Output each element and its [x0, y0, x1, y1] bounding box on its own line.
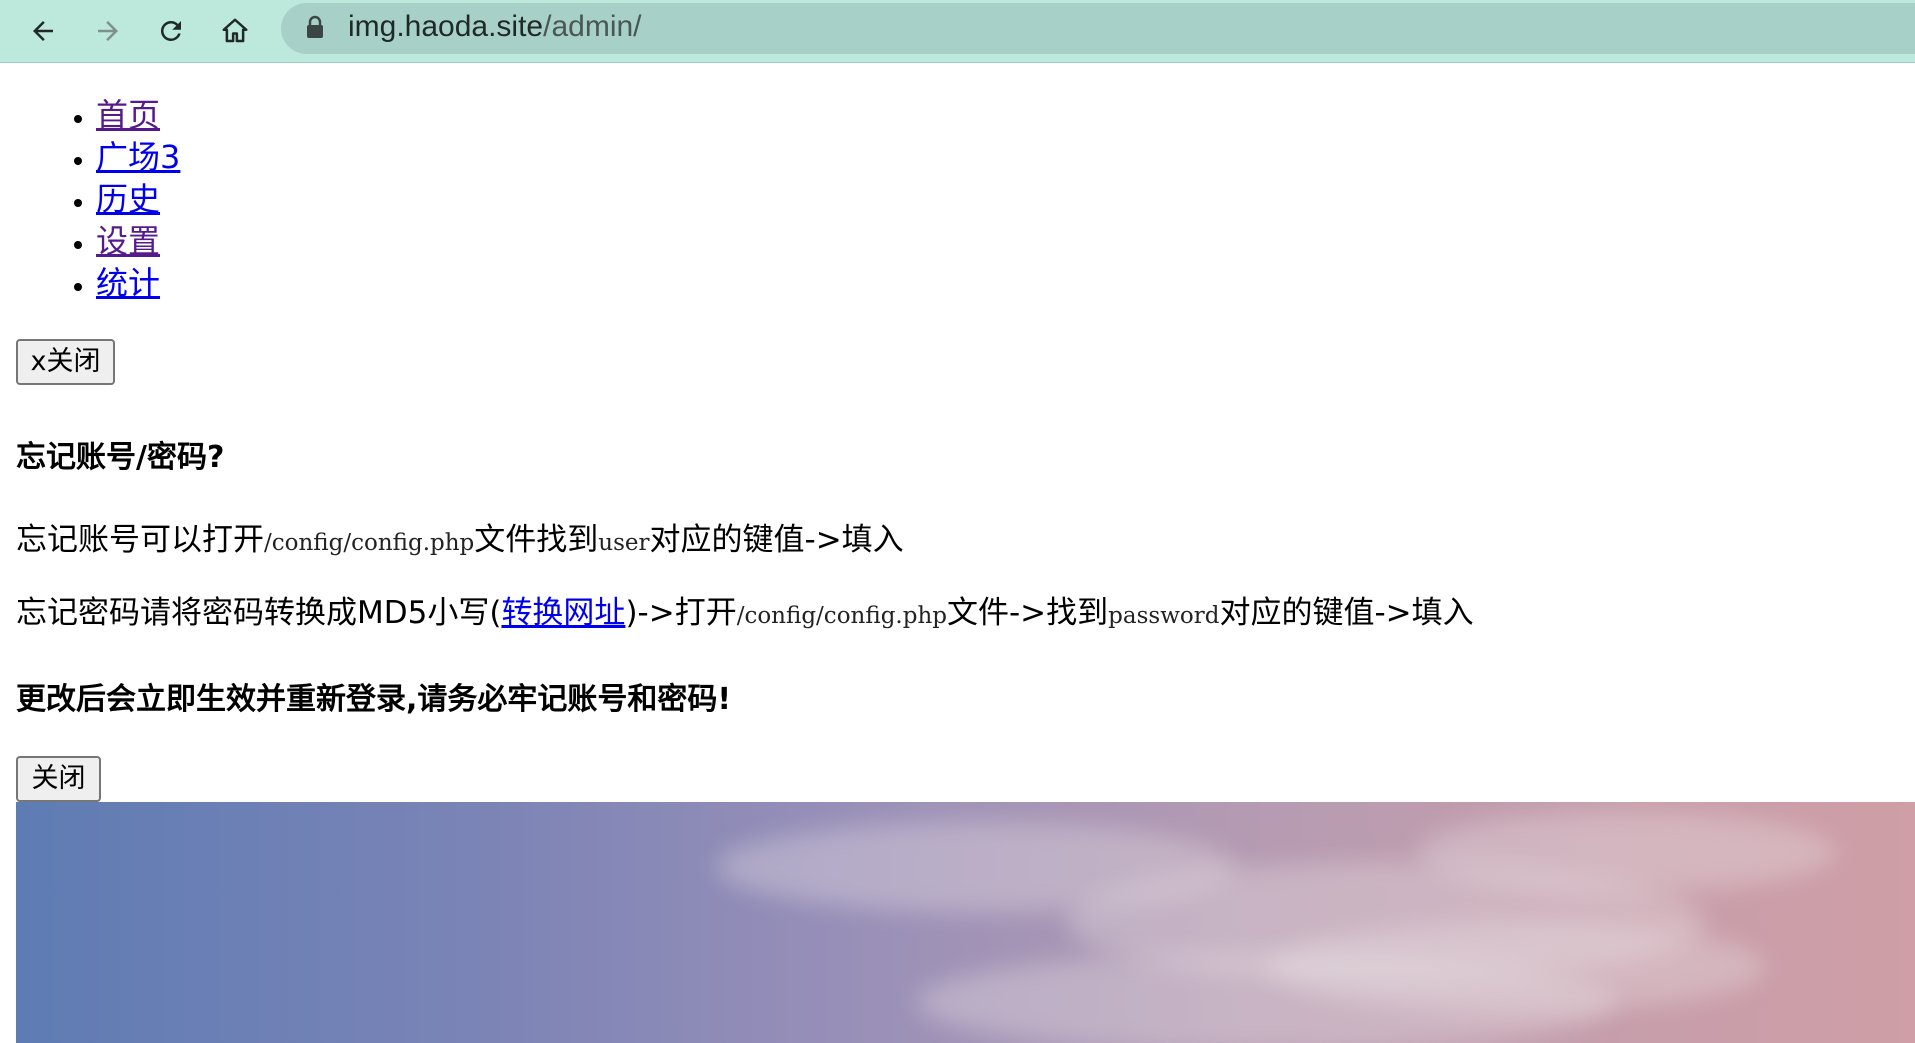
warning-heading: 更改后会立即生效并重新登录,请务必牢记账号和密码!: [16, 682, 732, 717]
nav-item-history: 历史: [96, 178, 180, 220]
url-path: /admin/: [543, 10, 642, 43]
nav-link-stats[interactable]: 统计: [96, 264, 160, 302]
forgot-credentials-heading: 忘记账号/密码?: [16, 440, 225, 475]
p2-text-a: 忘记密码请将密码转换成MD5小写(: [16, 595, 502, 631]
close-x-button[interactable]: x关闭: [16, 339, 115, 385]
p1-text-a: 忘记账号可以打开: [16, 522, 264, 558]
nav-link-home[interactable]: 首页: [96, 96, 160, 134]
p1-text-c: 对应的键值->填入: [649, 522, 904, 558]
nav-item-home: 首页: [96, 94, 180, 136]
home-icon: [222, 18, 248, 43]
url-host: img.haoda.site: [348, 10, 544, 43]
p2-text-b: )->打开: [625, 595, 737, 631]
nav-link-history[interactable]: 历史: [96, 180, 160, 218]
forgot-account-paragraph: 忘记账号可以打开/config/config.php文件找到user对应的键值-…: [16, 514, 904, 559]
nav-link-square[interactable]: 广场3: [96, 138, 180, 176]
page-content: 首页 广场3 历史 设置 统计 x关闭 忘记账号/密码? 忘记账号可以打开/co…: [0, 62, 1915, 1043]
reload-button[interactable]: [149, 9, 193, 53]
nav-item-stats: 统计: [96, 262, 180, 304]
p2-password-key: password: [1108, 603, 1220, 629]
forgot-password-paragraph: 忘记密码请将密码转换成MD5小写(转换网址)->打开/config/config…: [16, 587, 1474, 632]
browser-toolbar: img.haoda.site/admin/: [0, 0, 1915, 63]
p2-config-path: /config/config.php: [736, 603, 947, 629]
reload-icon: [160, 20, 181, 41]
nav-item-square: 广场3: [96, 136, 180, 178]
forward-button[interactable]: [86, 9, 130, 53]
arrow-left-icon: [33, 21, 53, 41]
p1-config-path: /config/config.php: [264, 530, 475, 556]
background-sky-image: [16, 802, 1915, 1043]
nav-item-settings: 设置: [96, 220, 180, 262]
convert-url-link[interactable]: 转换网址: [501, 595, 625, 631]
back-button[interactable]: [21, 9, 65, 53]
home-button[interactable]: [213, 9, 257, 53]
arrow-right-icon: [98, 21, 118, 41]
url-text[interactable]: img.haoda.site/admin/: [348, 9, 642, 45]
nav-link-settings[interactable]: 设置: [96, 222, 160, 260]
p1-text-b: 文件找到: [474, 522, 599, 558]
main-nav-list: 首页 广场3 历史 设置 统计: [50, 94, 180, 304]
close-button[interactable]: 关闭: [16, 756, 101, 802]
p1-user-key: user: [598, 530, 650, 556]
p2-text-c: 文件->找到: [946, 595, 1109, 631]
p2-text-d: 对应的键值->填入: [1219, 595, 1474, 631]
lock-icon[interactable]: [305, 15, 325, 39]
